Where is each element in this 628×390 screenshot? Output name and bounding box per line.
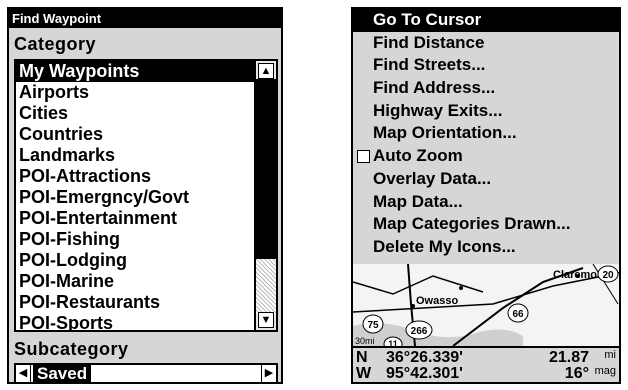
menu-item-label: Map Orientation...: [373, 123, 517, 143]
latitude-value: 36°26.339': [386, 349, 463, 366]
category-list[interactable]: My Waypoints Airports Cities Countries Landm…: [14, 59, 278, 332]
longitude-value: 95°42.301': [386, 365, 463, 382]
subcategory-value: Saved: [33, 365, 92, 382]
category-item[interactable]: POI-Entertainment: [16, 208, 254, 229]
auto-zoom-checkbox[interactable]: [357, 150, 370, 164]
map-view[interactable]: Owasso Claremore 30mi 75 266 66 20 11: [353, 264, 619, 346]
city-dot: [459, 286, 463, 290]
find-waypoint-dialog: Find Waypoint Category My Waypoints Airpo…: [7, 7, 283, 384]
menu-item-label: Highway Exits...: [373, 100, 503, 120]
svg-text:20: 20: [602, 270, 614, 281]
map-label-owasso: Owasso: [416, 295, 458, 307]
route-shield-75: 75: [362, 314, 384, 334]
svg-text:66: 66: [512, 309, 524, 320]
subcategory-left-arrow-icon[interactable]: ◀: [16, 365, 31, 382]
menu-item[interactable]: Map Orientation...: [353, 122, 619, 145]
category-item[interactable]: My Waypoints: [16, 61, 254, 82]
menu-item[interactable]: Overlay Data...: [353, 168, 619, 191]
distance-value: 21.87: [548, 349, 589, 366]
route-shield-266: 266: [405, 320, 433, 340]
menu-item[interactable]: Find Streets...: [353, 54, 619, 77]
dialog-title: Find Waypoint: [9, 9, 281, 28]
bearing-unit: mag: [594, 365, 616, 377]
longitude-row: W 95°42.301' 16° mag: [353, 365, 619, 382]
svg-text:75: 75: [367, 320, 379, 331]
scroll-track[interactable]: [256, 259, 276, 315]
menu-item-label: Delete My Icons...: [373, 236, 516, 256]
svg-text:11: 11: [388, 339, 398, 346]
menu-item-label: Find Distance: [373, 32, 485, 52]
subcategory-right-arrow-icon[interactable]: ▶: [261, 365, 276, 382]
map-menu: Go To Cursor Find Distance Find Streets...…: [353, 9, 619, 266]
menu-item-label: Go To Cursor: [373, 10, 482, 29]
menu-item[interactable]: Map Categories Drawn...: [353, 213, 619, 236]
menu-item-label: Map Data...: [373, 191, 463, 211]
route-shield-20: 20: [597, 265, 619, 283]
map-scale-label: 30mi: [355, 336, 375, 346]
menu-item[interactable]: Auto Zoom: [353, 145, 619, 168]
route-shield-66: 66: [507, 303, 529, 323]
road-line: [353, 275, 484, 295]
menu-item[interactable]: Go To Cursor: [353, 9, 619, 32]
subcategory-label: Subcategory: [14, 339, 129, 359]
menu-item-label: Auto Zoom: [373, 146, 463, 166]
category-item[interactable]: Airports: [16, 82, 254, 103]
position-readout: N 36°26.339' 21.87 mi W 95°42.301' 16° m…: [353, 346, 619, 382]
menu-item[interactable]: Find Distance: [353, 32, 619, 55]
menu-item-label: Map Categories Drawn...: [373, 214, 571, 234]
latitude-row: N 36°26.339' 21.87 mi: [353, 349, 619, 366]
scroll-down-arrow-icon[interactable]: ▼: [258, 312, 274, 328]
map-screen: Go To Cursor Find Distance Find Streets...…: [351, 7, 621, 384]
bearing-value: 16°: [564, 365, 589, 382]
category-item[interactable]: POI-Fishing: [16, 229, 254, 250]
menu-item[interactable]: Map Data...: [353, 191, 619, 214]
lon-hemisphere: W: [356, 365, 372, 382]
menu-item[interactable]: Find Address...: [353, 77, 619, 100]
distance-unit: mi: [604, 349, 616, 361]
subcategory-selector[interactable]: ◀ Saved ▶: [14, 363, 278, 382]
category-scrollbar[interactable]: ▲ ▼: [254, 61, 276, 330]
city-dot: [411, 304, 415, 308]
category-item[interactable]: Countries: [16, 124, 254, 145]
menu-item[interactable]: Highway Exits...: [353, 100, 619, 123]
menu-item[interactable]: Delete My Icons...: [353, 236, 619, 259]
svg-text:266: 266: [411, 326, 428, 337]
category-item[interactable]: Landmarks: [16, 145, 254, 166]
scroll-up-arrow-icon[interactable]: ▲: [258, 63, 274, 79]
category-label: Category: [14, 34, 97, 54]
category-items: My Waypoints Airports Cities Countries Landm…: [16, 61, 254, 330]
menu-item-label: Find Streets...: [373, 55, 486, 75]
map-graphic: Owasso Claremore 30mi 75 266 66 20 11: [353, 264, 619, 346]
category-item[interactable]: Cities: [16, 103, 254, 124]
category-item[interactable]: POI-Emergncy/Govt: [16, 187, 254, 208]
category-item[interactable]: POI-Sports: [16, 313, 254, 330]
category-item[interactable]: POI-Marine: [16, 271, 254, 292]
category-item[interactable]: POI-Lodging: [16, 250, 254, 271]
scroll-thumb[interactable]: [256, 79, 276, 259]
category-item[interactable]: POI-Restaurants: [16, 292, 254, 313]
menu-item-label: Find Address...: [373, 78, 496, 98]
menu-item-label: Overlay Data...: [373, 168, 492, 188]
lat-hemisphere: N: [356, 349, 368, 366]
category-item[interactable]: POI-Attractions: [16, 166, 254, 187]
